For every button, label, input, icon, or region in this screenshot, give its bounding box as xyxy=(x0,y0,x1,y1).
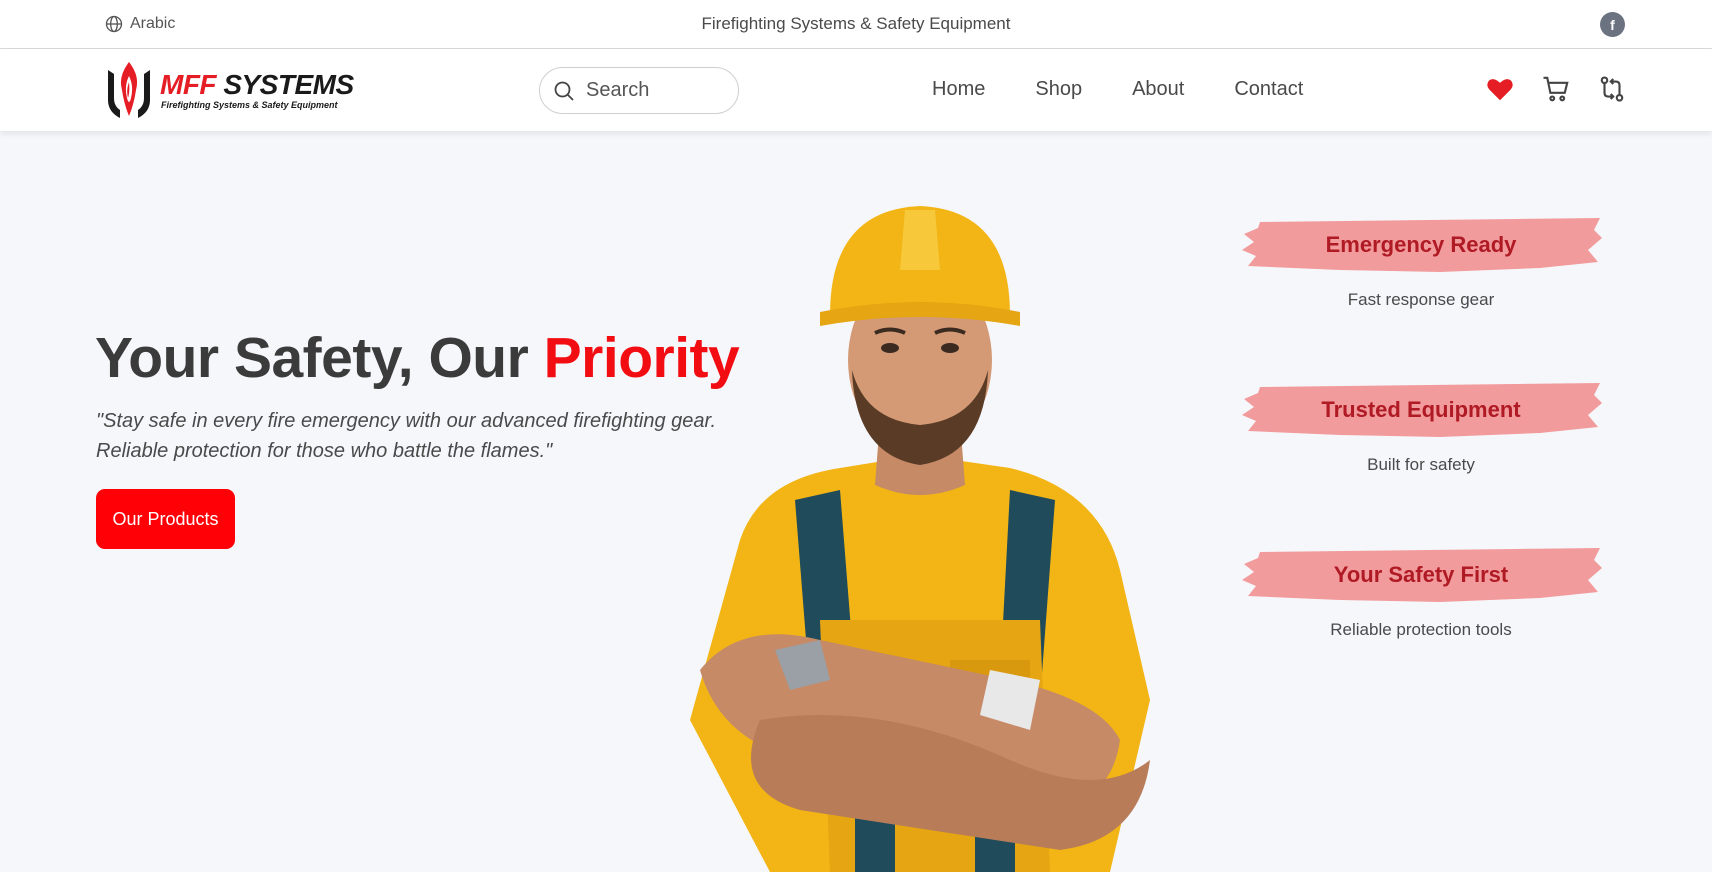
search-input[interactable] xyxy=(586,79,726,102)
feature-desc: Fast response gear xyxy=(1347,290,1495,309)
logo-name: MFF SYSTEMS xyxy=(160,69,354,100)
logo-subtitle: Firefighting Systems & Safety Equipment xyxy=(161,100,338,110)
brush-badge: Trusted Equipment xyxy=(1240,381,1602,439)
top-bar: Arabic Firefighting Systems & Safety Equ… xyxy=(0,0,1712,49)
hero-quote: "Stay safe in every fire emergency with … xyxy=(96,410,717,462)
logo-shield-icon xyxy=(108,62,150,118)
main-header: MFF SYSTEMS Firefighting Systems & Safet… xyxy=(0,49,1712,131)
compare-icon[interactable] xyxy=(1596,73,1628,105)
search-icon xyxy=(554,81,574,101)
feature-emergency-ready: Emergency Ready Fast response gear xyxy=(1240,216,1602,310)
search-box[interactable] xyxy=(539,67,739,114)
header-actions xyxy=(1484,73,1628,105)
hero-title: Your Safety, Our Priority xyxy=(95,326,740,390)
worker-image xyxy=(690,206,1150,872)
nav-shop[interactable]: Shop xyxy=(1035,78,1082,101)
logo-text: MFF SYSTEMS Firefighting Systems & Safet… xyxy=(160,69,354,111)
heart-icon[interactable] xyxy=(1484,73,1516,105)
feature-desc: Reliable protection tools xyxy=(1330,620,1512,639)
nav-home[interactable]: Home xyxy=(932,78,985,101)
top-tagline: Firefighting Systems & Safety Equipment xyxy=(701,14,1011,33)
facebook-icon[interactable]: f xyxy=(1600,12,1625,37)
feature-desc: Built for safety xyxy=(1367,455,1475,474)
main-nav: Home Shop About Contact xyxy=(932,78,1303,101)
our-products-button[interactable]: Our Products xyxy=(96,489,235,549)
logo[interactable]: MFF SYSTEMS Firefighting Systems & Safet… xyxy=(104,59,354,121)
nav-about[interactable]: About xyxy=(1132,78,1184,101)
feature-your-safety-first: Your Safety First Reliable protection to… xyxy=(1240,546,1602,640)
brush-badge: Emergency Ready xyxy=(1240,216,1602,274)
cart-icon[interactable] xyxy=(1540,73,1572,105)
nav-contact[interactable]: Contact xyxy=(1234,78,1303,101)
feature-trusted-equipment: Trusted Equipment Built for safety xyxy=(1240,381,1602,475)
brush-badge: Your Safety First xyxy=(1240,546,1602,604)
